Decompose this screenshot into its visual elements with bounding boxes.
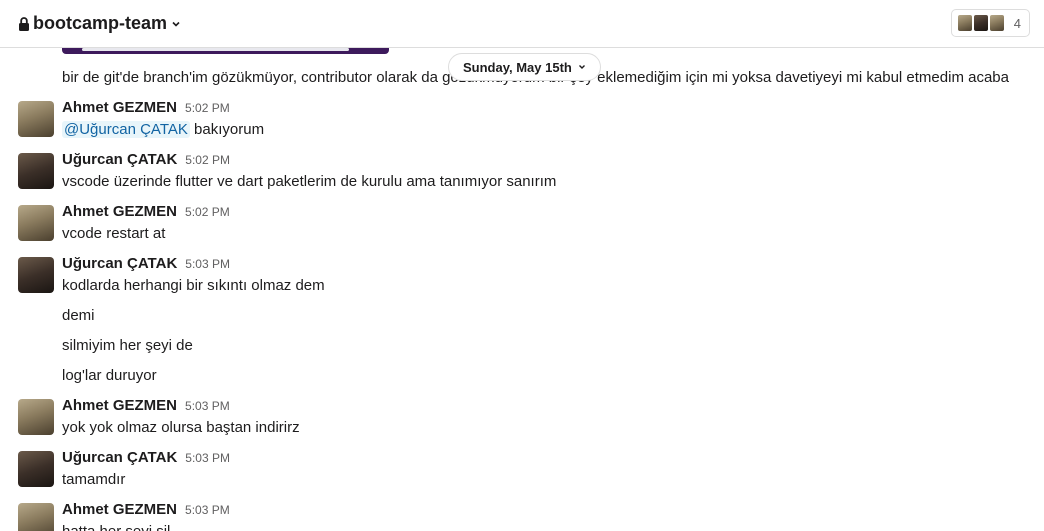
sender-name[interactable]: Uğurcan ÇATAK xyxy=(62,151,177,168)
message-timestamp[interactable]: 5:02 PM xyxy=(185,153,230,167)
message-text: demi xyxy=(62,307,95,324)
message-timestamp[interactable]: 5:03 PM xyxy=(185,503,230,517)
message-text: vcode restart at xyxy=(62,225,166,242)
user-mention[interactable]: @Uğurcan ÇATAK xyxy=(62,121,190,138)
member-count: 4 xyxy=(1013,15,1021,31)
message-timestamp[interactable]: 5:02 PM xyxy=(185,205,230,219)
message-header: Uğurcan ÇATAK 5:03 PM xyxy=(62,255,230,272)
message-timestamp[interactable]: 5:03 PM xyxy=(185,399,230,413)
message-text: yok yok olmaz olursa baştan indirirz xyxy=(62,419,300,436)
lock-icon xyxy=(19,16,29,31)
channel-header: bootcamp-team 4 xyxy=(0,0,1044,48)
image-attachment[interactable] xyxy=(62,48,389,54)
sender-name[interactable]: Uğurcan ÇATAK xyxy=(62,449,177,466)
avatar[interactable] xyxy=(18,257,54,293)
message-text: hatta her şeyi sil xyxy=(62,522,170,531)
avatar[interactable] xyxy=(18,503,54,531)
message-list[interactable]: Sunday, May 15th bir de git'de branch'im… xyxy=(0,48,1044,531)
message-text: log'lar duruyor xyxy=(62,367,157,384)
sender-name[interactable]: Ahmet GEZMEN xyxy=(62,99,177,116)
message-text: silmiyim her şeyi de xyxy=(62,337,193,354)
message-text: kodlarda herhangi bir sıkıntı olmaz dem xyxy=(62,277,325,294)
message-header: Ahmet GEZMEN 5:03 PM xyxy=(62,501,230,518)
date-divider-label: Sunday, May 15th xyxy=(463,59,572,75)
message-header: Ahmet GEZMEN 5:02 PM xyxy=(62,99,230,116)
message-text: @Uğurcan ÇATAK bakıyorum xyxy=(62,120,264,140)
avatar[interactable] xyxy=(18,451,54,487)
message-text: tamamdır xyxy=(62,471,126,488)
avatar[interactable] xyxy=(18,399,54,435)
message-timestamp[interactable]: 5:02 PM xyxy=(185,101,230,115)
channel-name-label: bootcamp-team xyxy=(33,13,168,33)
message-header: Uğurcan ÇATAK 5:03 PM xyxy=(62,449,230,466)
sender-name[interactable]: Ahmet GEZMEN xyxy=(62,501,177,518)
date-divider-button[interactable]: Sunday, May 15th xyxy=(448,53,601,81)
member-list-button[interactable]: 4 xyxy=(950,9,1030,37)
member-avatar xyxy=(987,13,1006,33)
message-text: vscode üzerinde flutter ve dart paketler… xyxy=(62,173,557,190)
chevron-down-icon xyxy=(172,21,180,27)
message-header: Uğurcan ÇATAK 5:02 PM xyxy=(62,151,230,168)
sender-name[interactable]: Uğurcan ÇATAK xyxy=(62,255,177,272)
avatar[interactable] xyxy=(18,205,54,241)
message-body: bakıyorum xyxy=(194,121,265,138)
channel-name-button[interactable]: bootcamp-team xyxy=(18,13,181,34)
message-header: Ahmet GEZMEN 5:03 PM xyxy=(62,397,230,414)
avatar[interactable] xyxy=(18,153,54,189)
avatar[interactable] xyxy=(18,101,54,137)
chevron-down-icon xyxy=(578,65,585,69)
sender-name[interactable]: Ahmet GEZMEN xyxy=(62,203,177,220)
sender-name[interactable]: Ahmet GEZMEN xyxy=(62,397,177,414)
message-timestamp[interactable]: 5:03 PM xyxy=(185,451,230,465)
message-header: Ahmet GEZMEN 5:02 PM xyxy=(62,203,230,220)
message-timestamp[interactable]: 5:03 PM xyxy=(185,257,230,271)
